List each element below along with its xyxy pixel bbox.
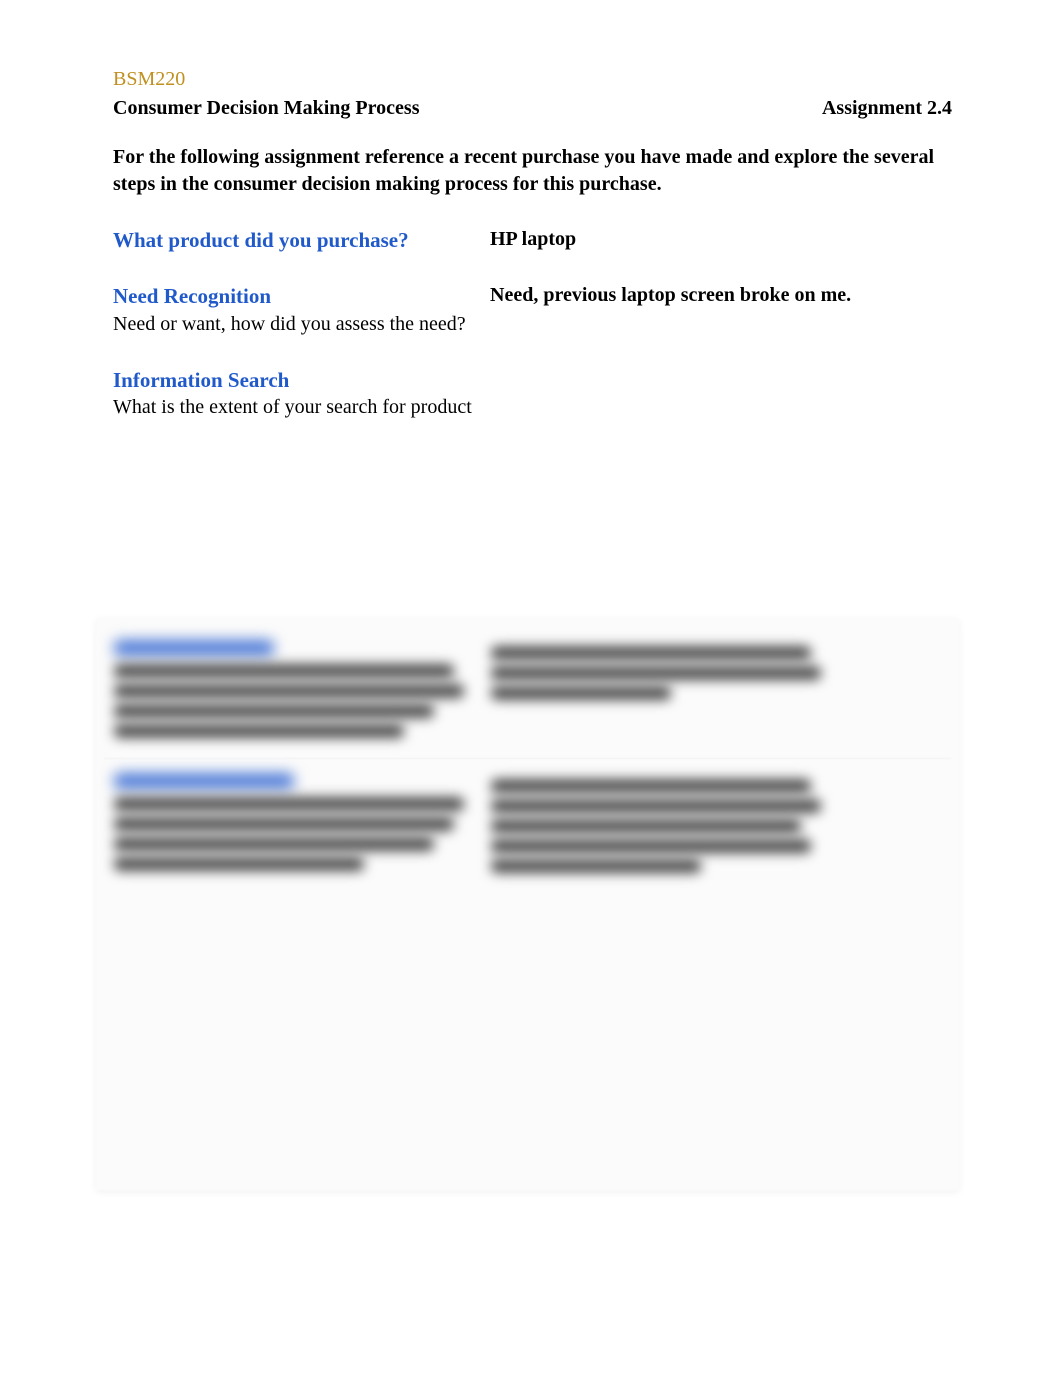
- blurred-line: [491, 859, 701, 873]
- blurred-line: [491, 839, 811, 853]
- product-answer: HP laptop: [490, 226, 952, 253]
- need-recognition-answer: Need, previous laptop screen broke on me…: [490, 282, 952, 309]
- blurred-line: [114, 817, 454, 831]
- blurred-line: [491, 646, 811, 660]
- need-recognition-heading: Need Recognition: [113, 282, 490, 310]
- blurred-line: [114, 857, 364, 871]
- information-search-row: Information Search What is the extent of…: [113, 366, 952, 421]
- blurred-line: [491, 799, 821, 813]
- product-heading: What product did you purchase?: [113, 226, 490, 254]
- blurred-line: [491, 779, 811, 793]
- product-row: What product did you purchase? HP laptop: [113, 226, 952, 254]
- blurred-line: [114, 724, 404, 738]
- blurred-line: [491, 666, 821, 680]
- information-search-heading: Information Search: [113, 366, 490, 394]
- blurred-line: [114, 664, 454, 678]
- doc-title: Consumer Decision Making Process: [113, 97, 419, 120]
- blurred-line: [491, 686, 671, 700]
- blurred-line: [491, 819, 801, 833]
- blurred-line: [114, 797, 464, 811]
- need-recognition-sub: Need or want, how did you assess the nee…: [113, 311, 490, 338]
- need-recognition-row: Need Recognition Need or want, how did y…: [113, 282, 952, 337]
- blurred-line: [114, 684, 464, 698]
- information-search-sub: What is the extent of your search for pr…: [113, 394, 490, 421]
- blurred-preview-overlay: [96, 618, 959, 1190]
- header-row: Consumer Decision Making Process Assignm…: [113, 97, 952, 120]
- blurred-heading: [114, 640, 274, 656]
- blurred-line: [114, 837, 434, 851]
- instructions-text: For the following assignment reference a…: [113, 144, 952, 198]
- course-code: BSM220: [113, 68, 952, 91]
- assignment-number: Assignment 2.4: [822, 97, 952, 120]
- blurred-heading: [114, 773, 294, 789]
- blurred-line: [114, 704, 434, 718]
